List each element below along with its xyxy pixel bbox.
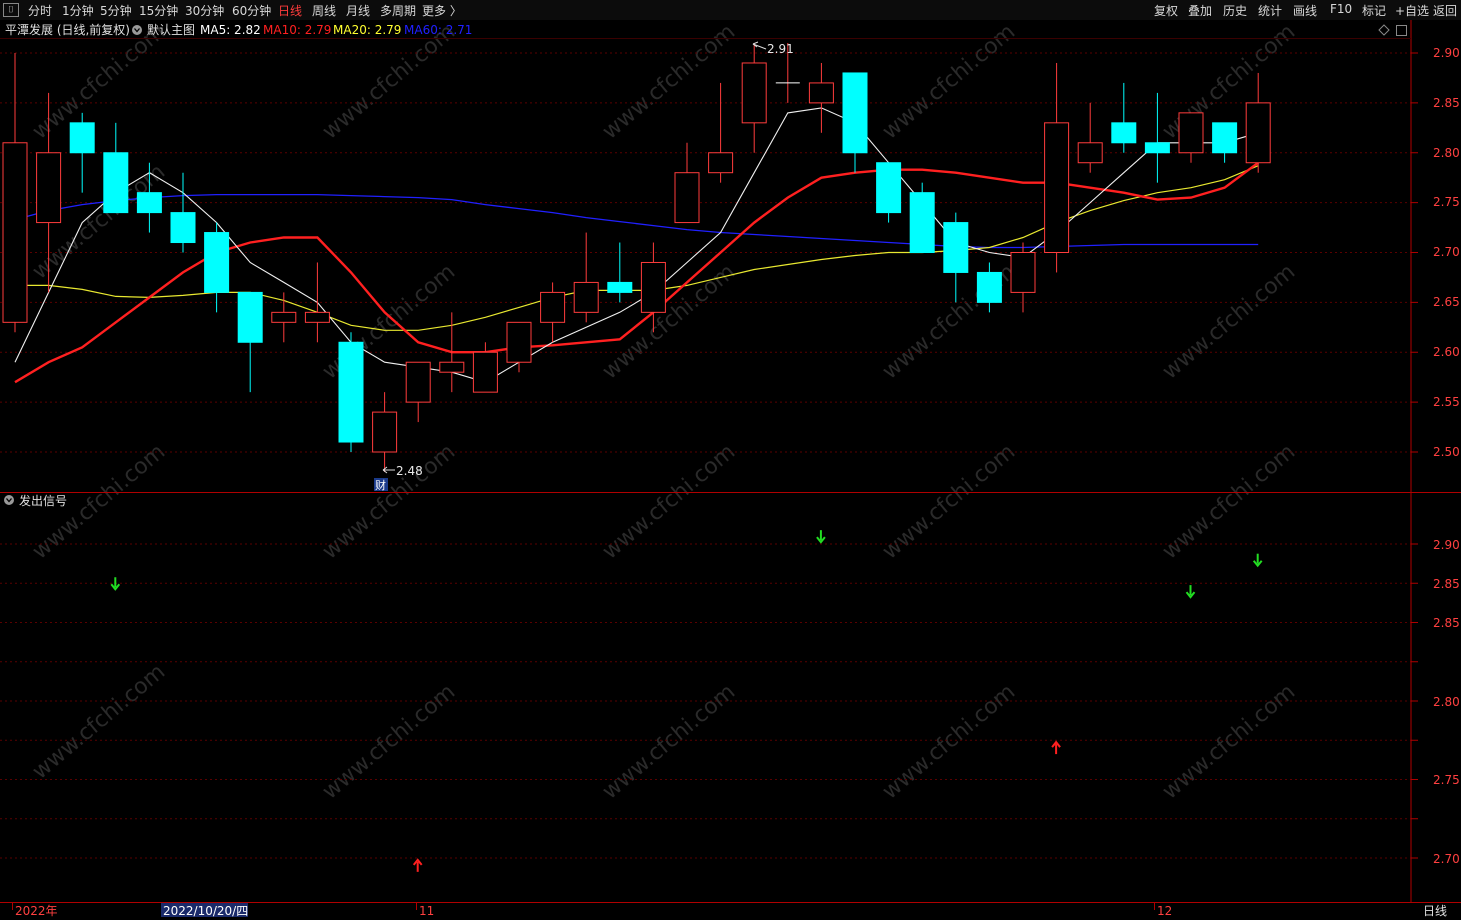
candle — [1044, 62, 1070, 273]
candle — [674, 142, 700, 224]
indicator-tick: 2.90 — [1433, 538, 1460, 552]
candle — [842, 72, 868, 173]
window-icon[interactable] — [1396, 25, 1407, 36]
template-name[interactable]: 默认主图 — [147, 22, 195, 37]
price-tick: 2.50 — [1433, 445, 1460, 459]
diamond-icon[interactable] — [1378, 24, 1390, 36]
candle — [170, 172, 196, 253]
sell-arrow-icon — [110, 577, 121, 591]
watermark-text: www.cfchi.com — [318, 679, 460, 804]
watermark-text: www.cfchi.com — [598, 439, 740, 564]
candle — [909, 182, 935, 253]
template-dropdown-icon[interactable] — [132, 25, 142, 35]
low-price-label: 2.48 — [396, 464, 423, 478]
price-tick: 2.90 — [1433, 46, 1460, 60]
candle — [271, 292, 297, 343]
price-tick: 2.60 — [1433, 345, 1460, 359]
indicator-axis-minor: 2.85 — [1433, 577, 1460, 591]
candle — [708, 82, 734, 183]
price-axis: 2.90 2.85 2.80 2.75 2.70 2.65 2.60 2.55 … — [1433, 46, 1460, 459]
buy-arrow-icon — [1051, 740, 1061, 755]
candle — [338, 332, 364, 452]
candle — [808, 62, 834, 133]
candle — [204, 222, 230, 313]
price-tick: 2.70 — [1433, 245, 1460, 259]
candle — [741, 43, 767, 153]
watermark-text: www.cfchi.com — [318, 439, 460, 564]
sell-arrow-icon — [1252, 553, 1263, 568]
finance-event-label: 财 — [375, 478, 386, 492]
price-tick: 2.75 — [1433, 195, 1460, 209]
watermark-text: www.cfchi.com — [1158, 259, 1300, 384]
date-cursor-label: 2022/10/20/四 — [163, 904, 248, 918]
candle — [1077, 102, 1103, 173]
indicator-tick: 2.85 — [1433, 616, 1460, 630]
watermark-layer: www.cfchi.com www.cfchi.com www.cfchi.com w… — [28, 19, 1300, 804]
candle — [237, 291, 263, 393]
sell-arrow-icon — [1185, 585, 1196, 599]
time-label: 11 — [419, 904, 434, 918]
ma60-label: MA60: 2.71 — [404, 23, 472, 37]
watermark-text: www.cfchi.com — [878, 679, 1020, 804]
watermark-text: www.cfchi.com — [1158, 439, 1300, 564]
candle — [405, 361, 431, 423]
candle — [69, 112, 95, 193]
indicator-dropdown-icon[interactable] — [4, 495, 14, 505]
candle — [1111, 82, 1137, 153]
candle — [2, 53, 28, 333]
candle — [506, 321, 532, 373]
price-tick: 2.55 — [1433, 395, 1460, 409]
watermark-text: www.cfchi.com — [28, 659, 170, 784]
time-label: 12 — [1157, 904, 1172, 918]
low-annotation: 2.48 — [382, 464, 423, 478]
kline-chart[interactable]: www.cfchi.com www.cfchi.com www.cfchi.com w… — [0, 0, 1461, 920]
candle — [472, 342, 498, 393]
period-indicator: 日线 — [1423, 904, 1447, 918]
candle — [1245, 72, 1271, 173]
indicator-tick: 2.80 — [1433, 695, 1460, 709]
time-axis: 2022年 2022/10/20/四 11 12 日线 — [12, 903, 1447, 918]
time-label: 2022年 — [15, 904, 58, 918]
candle — [103, 122, 129, 214]
candle — [540, 282, 566, 343]
candle — [1212, 122, 1238, 163]
ma20-line — [15, 165, 1259, 331]
candle — [573, 232, 599, 323]
candle — [1144, 92, 1170, 183]
watermark-text: www.cfchi.com — [1158, 679, 1300, 804]
candle — [607, 242, 633, 303]
indicator-tick: 2.75 — [1433, 773, 1460, 787]
ma20-label: MA20: 2.79 — [333, 23, 401, 37]
high-price-label: 2.91 — [767, 42, 794, 56]
high-annotation: 2.91 — [752, 41, 794, 56]
buy-arrow-icon — [412, 858, 423, 872]
stock-title: 平潭发展 (日线,前复权) — [5, 22, 130, 37]
indicator-title: 发出信号 — [19, 493, 67, 508]
candle — [372, 392, 398, 472]
candle — [943, 212, 969, 303]
watermark-text: www.cfchi.com — [598, 679, 740, 804]
price-tick: 2.80 — [1433, 146, 1460, 160]
ma5-label: MA5: 2.82 — [200, 23, 261, 37]
candle — [876, 162, 902, 223]
ma10-label: MA10: 2.79 — [263, 23, 331, 37]
price-tick: 2.65 — [1433, 295, 1460, 309]
sell-arrow-icon — [816, 530, 826, 544]
indicator-tick: 2.85 — [1433, 577, 1460, 591]
indicator-tick: 2.70 — [1433, 852, 1460, 866]
candle — [1178, 112, 1204, 163]
price-tick: 2.85 — [1433, 96, 1460, 110]
watermark-text: www.cfchi.com — [878, 439, 1020, 564]
